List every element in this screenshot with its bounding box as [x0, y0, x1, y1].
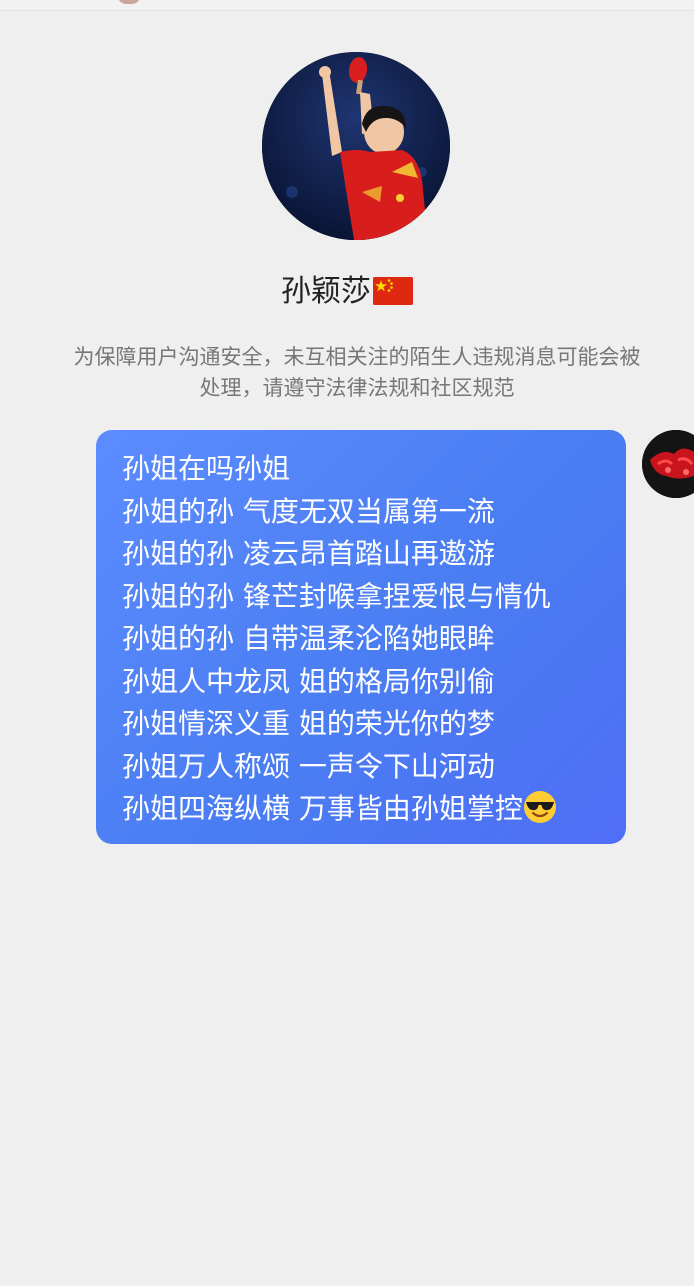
- message-line: 孙姐的孙 锋芒封喉拿捏爱恨与情仇: [122, 579, 551, 613]
- smiling-face-with-sunglasses-icon: [523, 791, 556, 823]
- profile-avatar[interactable]: [262, 52, 450, 240]
- message-line-last-text: 孙姐四海纵横 万事皆由孙姐掌控: [122, 792, 523, 825]
- message-line: 孙姐的孙 气度无双当属第一流: [122, 494, 495, 528]
- message-line: 孙姐的孙 凌云昂首踏山再遨游: [122, 537, 495, 570]
- message-line: 孙姐情深义重 姐的荣光你的梦: [122, 707, 495, 740]
- message-line: 孙姐的孙 自带温柔沦陷她眼眸: [122, 622, 495, 655]
- china-flag-icon: [373, 277, 413, 305]
- safety-notice: 为保障用户沟通安全，未互相关注的陌生人违规消息可能会被处理，请遵守法律法规和社区…: [73, 345, 641, 400]
- sender-avatar-photo-icon: [642, 430, 694, 498]
- message-line: 孙姐人中龙凤 姐的格局你别偷: [122, 664, 495, 698]
- top-bar-avatar-fragment: [118, 0, 140, 4]
- sent-message-bubble[interactable]: 孙姐在吗孙姐 孙姐的孙 气度无双当属第一流 孙姐的孙 凌云昂首踏山再遨游 孙姐的…: [96, 430, 626, 844]
- sender-avatar[interactable]: [642, 430, 694, 498]
- table-tennis-player-photo-icon: [262, 52, 450, 240]
- profile-name: 孙颖莎: [0, 270, 694, 314]
- message-line: 孙姐在吗孙姐: [122, 452, 291, 485]
- top-bar-edge: [0, 0, 694, 11]
- profile-name-text: 孙颖莎: [281, 274, 371, 309]
- message-line: 孙姐万人称颂 一声令下山河动: [122, 749, 495, 783]
- message-line-last: 孙姐四海纵横 万事皆由孙姐掌控: [122, 788, 616, 831]
